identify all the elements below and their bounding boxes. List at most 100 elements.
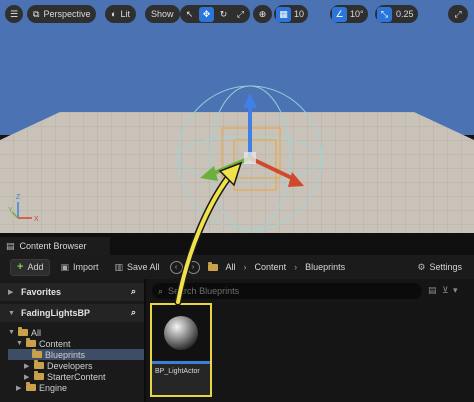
world-icon: ⊕ bbox=[258, 8, 267, 19]
add-button[interactable]: + Add bbox=[10, 258, 51, 276]
blueprint-class-stripe bbox=[152, 361, 210, 364]
sphere-icon bbox=[164, 316, 198, 350]
favorites-label: Favorites bbox=[21, 287, 62, 297]
asset-view: ⌕ Search Blueprints ▤ ⊻ ▾ BP_LightActor bbox=[148, 279, 474, 402]
back-icon: ‹ bbox=[174, 263, 178, 271]
project-header[interactable]: ▼ FadingLightsBP ⌕ bbox=[0, 304, 144, 322]
content-browser-icon: ▤ bbox=[6, 240, 15, 251]
add-label: Add bbox=[27, 262, 44, 272]
search-icon[interactable]: ⌕ bbox=[131, 307, 136, 318]
perspective-label: Perspective bbox=[43, 9, 91, 19]
menu-icon: ☰ bbox=[9, 8, 19, 19]
breadcrumb-separator-icon: › bbox=[243, 262, 247, 272]
scale-snap-value: 0.25 bbox=[396, 9, 414, 19]
favorites-header[interactable]: ▶ Favorites ⌕ bbox=[0, 283, 144, 301]
folder-icon bbox=[34, 371, 44, 380]
collapsed-arrow-icon: ▶ bbox=[16, 384, 22, 392]
perspective-button[interactable]: ⧉ Perspective bbox=[27, 5, 97, 23]
tree-item-blueprints[interactable]: Blueprints bbox=[8, 349, 144, 360]
maximize-icon: ⤢ bbox=[454, 8, 462, 19]
lit-label: Lit bbox=[120, 9, 130, 19]
svg-text:Z: Z bbox=[16, 194, 21, 201]
grid-snap[interactable]: ▦ 10 bbox=[274, 5, 309, 23]
breadcrumb-blueprints[interactable]: Blueprints bbox=[305, 262, 345, 272]
history-forward-button[interactable]: › bbox=[186, 260, 200, 274]
history-back-button[interactable]: ‹ bbox=[169, 260, 183, 274]
expanded-arrow-icon: ▼ bbox=[8, 329, 15, 336]
settings-button[interactable]: ⚙ Settings bbox=[411, 259, 468, 276]
tree-item-label: All bbox=[31, 327, 42, 338]
scale-icon: ⤢ bbox=[236, 8, 245, 19]
scale-snap-icon: ⤡ bbox=[377, 6, 392, 22]
floor-plane bbox=[0, 112, 474, 233]
level-viewport[interactable]: Z X Y ☰ ⧉ Perspective ◐ Lit Show ↖ ✥ ↻ ⤢… bbox=[0, 0, 474, 233]
perspective-icon: ⧉ bbox=[33, 8, 40, 19]
search-icon[interactable]: ⌕ bbox=[131, 286, 136, 297]
viewport-scene[interactable]: Z X Y bbox=[0, 0, 474, 233]
translate-tool[interactable]: ✥ bbox=[199, 6, 214, 22]
tree-item-label: Blueprints bbox=[45, 349, 86, 360]
forward-icon: › bbox=[191, 263, 195, 271]
import-label: Import bbox=[72, 262, 99, 272]
import-button[interactable]: ▣ Import bbox=[54, 259, 104, 276]
lit-button[interactable]: ◐ Lit bbox=[105, 5, 136, 23]
scale-tool[interactable]: ⤢ bbox=[233, 7, 248, 22]
content-browser-tabbar: ▤ Content Browser bbox=[0, 233, 474, 255]
import-icon: ▣ bbox=[60, 261, 69, 272]
grid-icon: ▦ bbox=[276, 6, 291, 22]
breadcrumb-all[interactable]: All bbox=[226, 262, 236, 272]
folder-icon bbox=[26, 338, 36, 347]
select-tool[interactable]: ↖ bbox=[182, 7, 197, 22]
maximize-button[interactable]: ⤢ bbox=[448, 5, 468, 23]
content-browser-toolbar: + Add ▣ Import ▥ Save All ‹ › All › Cont… bbox=[0, 255, 474, 279]
select-icon: ↖ bbox=[185, 8, 194, 19]
save-search-icon[interactable]: ▤ bbox=[428, 285, 437, 296]
settings-label: Settings bbox=[429, 262, 462, 272]
save-all-button[interactable]: ▥ Save All bbox=[108, 259, 165, 276]
grid-snap-value: 10 bbox=[294, 9, 305, 19]
world-local-toggle[interactable]: ⊕ bbox=[253, 5, 272, 23]
breadcrumb-content[interactable]: Content bbox=[255, 262, 287, 272]
tree-item-engine[interactable]: ▶ Engine bbox=[16, 382, 144, 393]
filter-dropdown-icon[interactable]: ▾ bbox=[453, 285, 458, 296]
tree-item-label: Engine bbox=[39, 382, 68, 393]
expanded-arrow-icon: ▼ bbox=[16, 340, 23, 347]
filter-icon[interactable]: ⊻ bbox=[442, 285, 449, 296]
scale-snap[interactable]: ⤡ 0.25 bbox=[375, 5, 418, 23]
tree-item-developers[interactable]: ▶ Developers bbox=[24, 360, 144, 371]
rotate-tool[interactable]: ↻ bbox=[216, 7, 231, 22]
asset-tile-bp-lightactor[interactable]: BP_LightActor bbox=[150, 303, 212, 397]
tab-label: Content Browser bbox=[19, 241, 87, 251]
search-placeholder: Search Blueprints bbox=[168, 286, 240, 296]
tree-item-startercontent[interactable]: ▶ StarterContent bbox=[24, 371, 144, 382]
folder-icon bbox=[18, 327, 28, 336]
gear-icon: ⚙ bbox=[417, 261, 426, 272]
search-input[interactable]: ⌕ Search Blueprints bbox=[152, 283, 422, 299]
show-label: Show bbox=[151, 9, 174, 19]
save-icon: ▥ bbox=[114, 261, 123, 272]
folder-icon bbox=[26, 382, 36, 391]
search-icon: ⌕ bbox=[158, 285, 164, 296]
rotate-icon: ↻ bbox=[219, 8, 228, 19]
viewport-menu-button[interactable]: ☰ bbox=[5, 5, 23, 23]
tree-item-all[interactable]: ▼ All bbox=[8, 327, 144, 338]
folder-icon bbox=[32, 349, 42, 358]
collapsed-arrow-icon: ▶ bbox=[8, 289, 14, 296]
show-button[interactable]: Show bbox=[145, 5, 180, 23]
translate-icon: ✥ bbox=[202, 8, 211, 19]
plus-icon: + bbox=[17, 261, 24, 273]
angle-icon: ∠ bbox=[332, 6, 347, 22]
tree-item-content[interactable]: ▼ Content bbox=[16, 338, 144, 349]
tree-item-label: Content bbox=[39, 338, 71, 349]
tab-content-browser[interactable]: ▤ Content Browser bbox=[0, 237, 110, 255]
folder-icon bbox=[34, 360, 44, 369]
sources-panel: ▶ Favorites ⌕ ▼ FadingLightsBP ⌕ ▼ All ▼… bbox=[0, 279, 146, 402]
folder-icon bbox=[207, 261, 218, 271]
collapsed-arrow-icon: ▶ bbox=[24, 373, 30, 381]
expanded-arrow-icon: ▼ bbox=[8, 309, 15, 317]
save-all-label: Save All bbox=[127, 262, 160, 272]
rotation-snap[interactable]: ∠ 10° bbox=[330, 5, 368, 23]
tree-item-label: StarterContent bbox=[47, 371, 106, 382]
asset-name: BP_LightActor bbox=[155, 368, 200, 375]
breadcrumb-separator-icon: › bbox=[294, 262, 298, 272]
